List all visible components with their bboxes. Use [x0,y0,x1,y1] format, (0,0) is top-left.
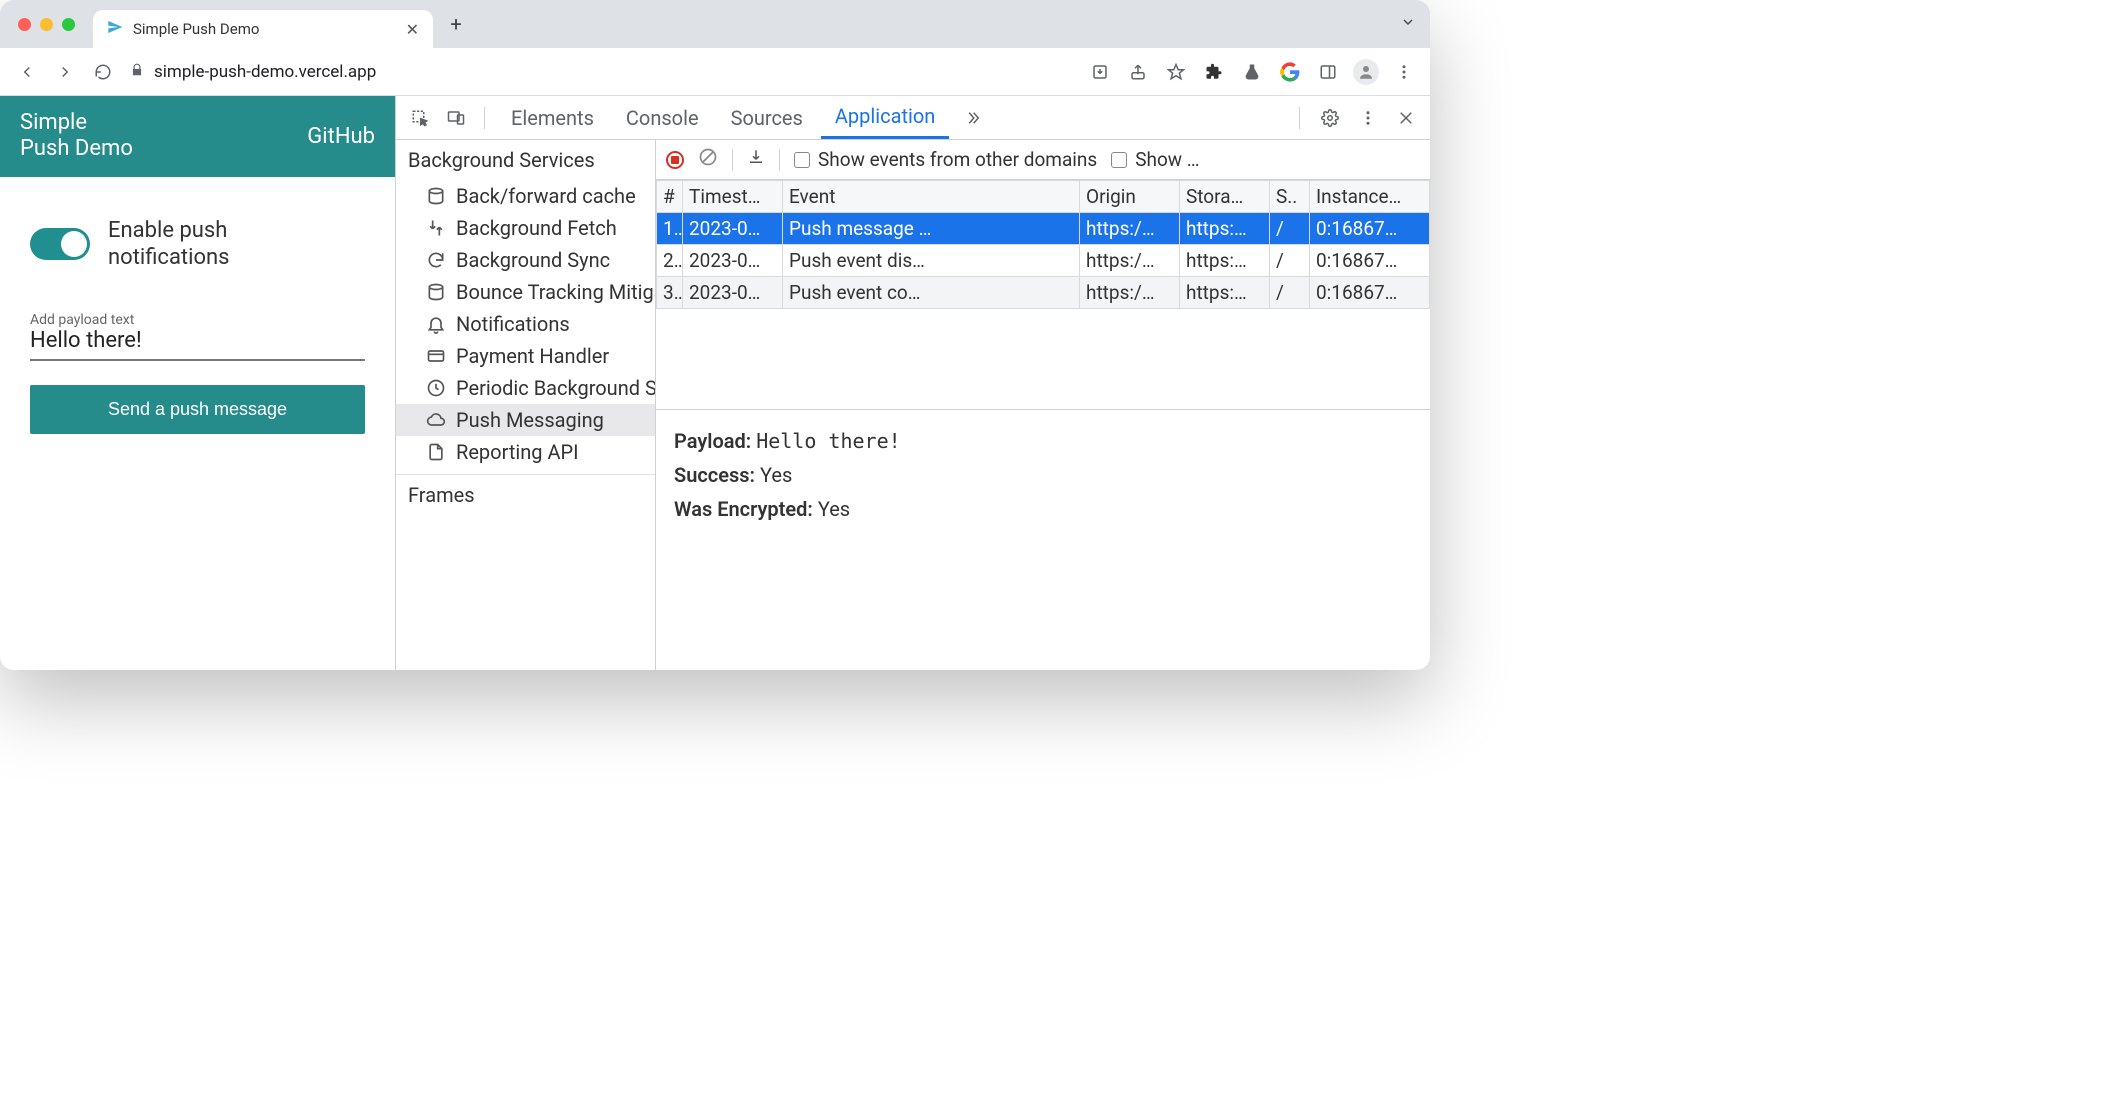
encrypted-key: Was Encrypted: [674,497,813,521]
application-sidebar: Background Services Back/forward cache B… [396,140,656,670]
url-text: simple-push-demo.vercel.app [154,62,376,82]
tab-title: Simple Push Demo [133,20,259,38]
success-value: Yes [760,463,792,487]
reload-button[interactable] [86,55,120,89]
sidebar-item-periodic-sync[interactable]: Periodic Background Sync [396,372,655,404]
inspect-element-icon[interactable] [404,102,436,134]
extensions-icon[interactable] [1198,56,1230,88]
gear-icon[interactable] [1314,102,1346,134]
col-sw[interactable]: S.. [1270,181,1310,213]
show-other-domains-checkbox[interactable]: Show events from other domains [794,148,1097,171]
send-push-button[interactable]: Send a push message [30,385,365,434]
record-button[interactable] [666,151,684,169]
profile-avatar[interactable] [1350,56,1382,88]
sidebar-item-background-sync[interactable]: Background Sync [396,244,655,276]
share-icon[interactable] [1122,56,1154,88]
sidebar-item-back-forward-cache[interactable]: Back/forward cache [396,180,655,212]
col-storage[interactable]: Stora… [1180,181,1270,213]
col-instance[interactable]: Instance… [1310,181,1430,213]
col-origin[interactable]: Origin [1080,181,1180,213]
more-tabs-icon[interactable] [957,102,989,134]
devtools: Elements Console Sources Application Bac… [395,96,1430,670]
col-event[interactable]: Event [783,181,1080,213]
sidebar-item-bounce-tracking[interactable]: Bounce Tracking Mitigations [396,276,655,308]
tab-sources[interactable]: Sources [717,96,817,139]
devtools-tabbar: Elements Console Sources Application [396,96,1430,140]
payload-value: Hello there! [30,328,365,353]
table-row[interactable]: 2.2023-0…Push event dis…https:/…https:…/… [657,245,1430,277]
enable-push-toggle[interactable] [30,228,90,260]
google-icon[interactable] [1274,56,1306,88]
sidebar-section-background-services: Background Services [396,140,655,180]
payload-input[interactable]: Add payload text Hello there! [30,312,365,361]
table-row[interactable]: 3.2023-0…Push event co…https:/…https:…/0… [657,277,1430,309]
forward-button[interactable] [48,55,82,89]
payload-detail-value: Hello there! [756,429,901,453]
bookmark-star-icon[interactable] [1160,56,1192,88]
show-truncated-checkbox[interactable]: Show … [1111,148,1199,171]
sidebar-item-payment-handler[interactable]: Payment Handler [396,340,655,372]
encrypted-value: Yes [818,497,850,521]
back-button[interactable] [10,55,44,89]
kebab-menu-icon[interactable] [1388,56,1420,88]
sidebar-item-reporting-api[interactable]: Reporting API [396,436,655,468]
event-details: Payload: Hello there! Success: Yes Was E… [656,410,1430,540]
titlebar: Simple Push Demo ✕ + [0,0,1430,48]
sidebar-item-push-messaging[interactable]: Push Messaging [396,404,655,436]
tab-application[interactable]: Application [821,96,949,139]
payload-key: Payload: [674,429,751,453]
col-num[interactable]: # [657,181,683,213]
labs-icon[interactable] [1236,56,1268,88]
table-row[interactable]: 1.2023-0…Push message …https:/…https:…/0… [657,213,1430,245]
enable-push-label: Enable push notifications [108,217,230,272]
web-page: Simple Push Demo GitHub Enable push noti… [0,96,395,670]
new-tab-button[interactable]: + [439,7,473,41]
tab-elements[interactable]: Elements [497,96,608,139]
lock-icon [130,62,144,82]
sidebar-item-background-fetch[interactable]: Background Fetch [396,212,655,244]
sidebar-item-notifications[interactable]: Notifications [396,308,655,340]
tab-console[interactable]: Console [612,96,713,139]
device-toggle-icon[interactable] [440,102,472,134]
events-toolbar: Show events from other domains Show … [656,140,1430,180]
sidebar-section-frames: Frames [396,474,655,515]
page-header: Simple Push Demo GitHub [0,96,395,177]
close-tab-icon[interactable]: ✕ [406,20,419,39]
paper-plane-icon [107,19,123,39]
clear-events-icon[interactable] [698,147,718,172]
payload-label: Add payload text [30,312,365,328]
tab-list-button[interactable] [1400,14,1416,34]
devtools-menu-icon[interactable] [1352,102,1384,134]
window-maximize-button[interactable] [62,18,75,31]
browser-tab[interactable]: Simple Push Demo ✕ [93,10,433,48]
address-bar: simple-push-demo.vercel.app [0,48,1430,96]
window-minimize-button[interactable] [40,18,53,31]
col-timestamp[interactable]: Timest… [683,181,783,213]
side-panel-icon[interactable] [1312,56,1344,88]
events-table[interactable]: # Timest… Event Origin Stora… S.. Instan… [656,180,1430,309]
save-events-icon[interactable] [747,148,765,171]
devtools-close-icon[interactable] [1390,102,1422,134]
push-messaging-panel: Show events from other domains Show … # … [656,140,1430,670]
window-close-button[interactable] [18,18,31,31]
install-app-icon[interactable] [1084,56,1116,88]
window-controls [18,18,75,31]
url-field[interactable]: simple-push-demo.vercel.app [124,62,1080,82]
success-key: Success: [674,463,755,487]
github-link[interactable]: GitHub [307,124,375,149]
app-title: Simple Push Demo [20,110,133,163]
